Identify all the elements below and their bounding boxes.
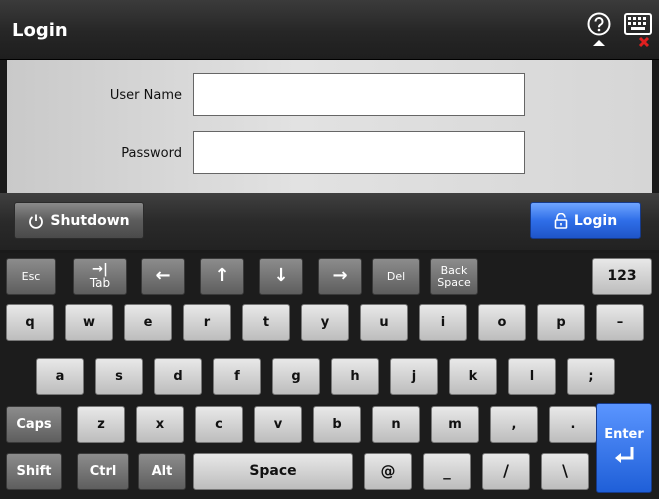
unlock-icon xyxy=(554,212,568,229)
keyboard-close-icon xyxy=(624,13,652,48)
shutdown-label: Shutdown xyxy=(50,212,130,229)
key-s[interactable]: s xyxy=(95,358,143,395)
key-period[interactable]: . xyxy=(549,406,597,443)
key-comma[interactable]: , xyxy=(490,406,538,443)
key-n[interactable]: n xyxy=(372,406,420,443)
help-button[interactable] xyxy=(583,12,615,50)
key-z[interactable]: z xyxy=(77,406,125,443)
key-d[interactable]: d xyxy=(154,358,202,395)
question-circle-icon xyxy=(587,12,611,46)
key-q[interactable]: q xyxy=(6,304,54,341)
key-h[interactable]: h xyxy=(331,358,379,395)
page-title: Login xyxy=(12,20,68,41)
key-k[interactable]: k xyxy=(449,358,497,395)
key-esc[interactable]: Esc xyxy=(6,258,56,295)
key-o[interactable]: o xyxy=(478,304,526,341)
on-screen-keyboard: Esc →| Tab ← ↑ ↓ → Del Back Space 123 q w… xyxy=(0,253,659,499)
key-c[interactable]: c xyxy=(195,406,243,443)
action-bar: Shutdown Login xyxy=(0,193,659,250)
key-x[interactable]: x xyxy=(136,406,184,443)
key-at[interactable]: @ xyxy=(364,453,412,490)
username-input[interactable] xyxy=(193,73,525,116)
key-dash[interactable]: – xyxy=(596,304,644,341)
key-y[interactable]: y xyxy=(301,304,349,341)
key-arrow-up[interactable]: ↑ xyxy=(200,258,244,295)
key-u[interactable]: u xyxy=(360,304,408,341)
key-r[interactable]: r xyxy=(183,304,231,341)
key-b[interactable]: b xyxy=(313,406,361,443)
key-ctrl[interactable]: Ctrl xyxy=(77,453,129,490)
key-enter[interactable]: Enter xyxy=(596,403,652,493)
key-l[interactable]: l xyxy=(508,358,556,395)
key-e[interactable]: e xyxy=(124,304,172,341)
key-slash[interactable]: / xyxy=(482,453,530,490)
key-alt[interactable]: Alt xyxy=(138,453,186,490)
login-button[interactable]: Login xyxy=(530,202,641,239)
keyboard-toggle-button[interactable] xyxy=(622,12,654,50)
key-del[interactable]: Del xyxy=(372,258,420,295)
key-arrow-right[interactable]: → xyxy=(318,258,362,295)
key-semicolon[interactable]: ; xyxy=(567,358,615,395)
tab-arrow-icon: →| xyxy=(92,262,108,278)
key-m[interactable]: m xyxy=(431,406,479,443)
username-label: User Name xyxy=(109,88,182,103)
key-caps[interactable]: Caps xyxy=(6,406,62,443)
key-f[interactable]: f xyxy=(213,358,261,395)
key-w[interactable]: w xyxy=(65,304,113,341)
key-i[interactable]: i xyxy=(419,304,467,341)
key-tab[interactable]: →| Tab xyxy=(73,258,127,295)
key-arrow-left[interactable]: ← xyxy=(141,258,185,295)
password-label: Password xyxy=(121,146,182,161)
key-underscore[interactable]: _ xyxy=(423,453,471,490)
key-t[interactable]: t xyxy=(242,304,290,341)
key-g[interactable]: g xyxy=(272,358,320,395)
key-space[interactable]: Space xyxy=(193,453,353,490)
key-v[interactable]: v xyxy=(254,406,302,443)
key-mode-123[interactable]: 123 xyxy=(592,258,652,295)
password-input[interactable] xyxy=(193,131,525,174)
power-icon xyxy=(29,214,44,229)
shutdown-button[interactable]: Shutdown xyxy=(14,202,144,239)
key-backslash[interactable]: \ xyxy=(541,453,589,490)
login-label: Login xyxy=(573,212,618,229)
key-backspace[interactable]: Back Space xyxy=(430,258,478,295)
enter-arrow-icon xyxy=(615,446,634,463)
key-j[interactable]: j xyxy=(390,358,438,395)
key-p[interactable]: p xyxy=(537,304,585,341)
key-a[interactable]: a xyxy=(36,358,84,395)
key-arrow-down[interactable]: ↓ xyxy=(259,258,303,295)
key-shift[interactable]: Shift xyxy=(6,453,62,490)
title-bar: Login xyxy=(0,0,659,60)
login-form: User Name Password xyxy=(7,60,652,193)
